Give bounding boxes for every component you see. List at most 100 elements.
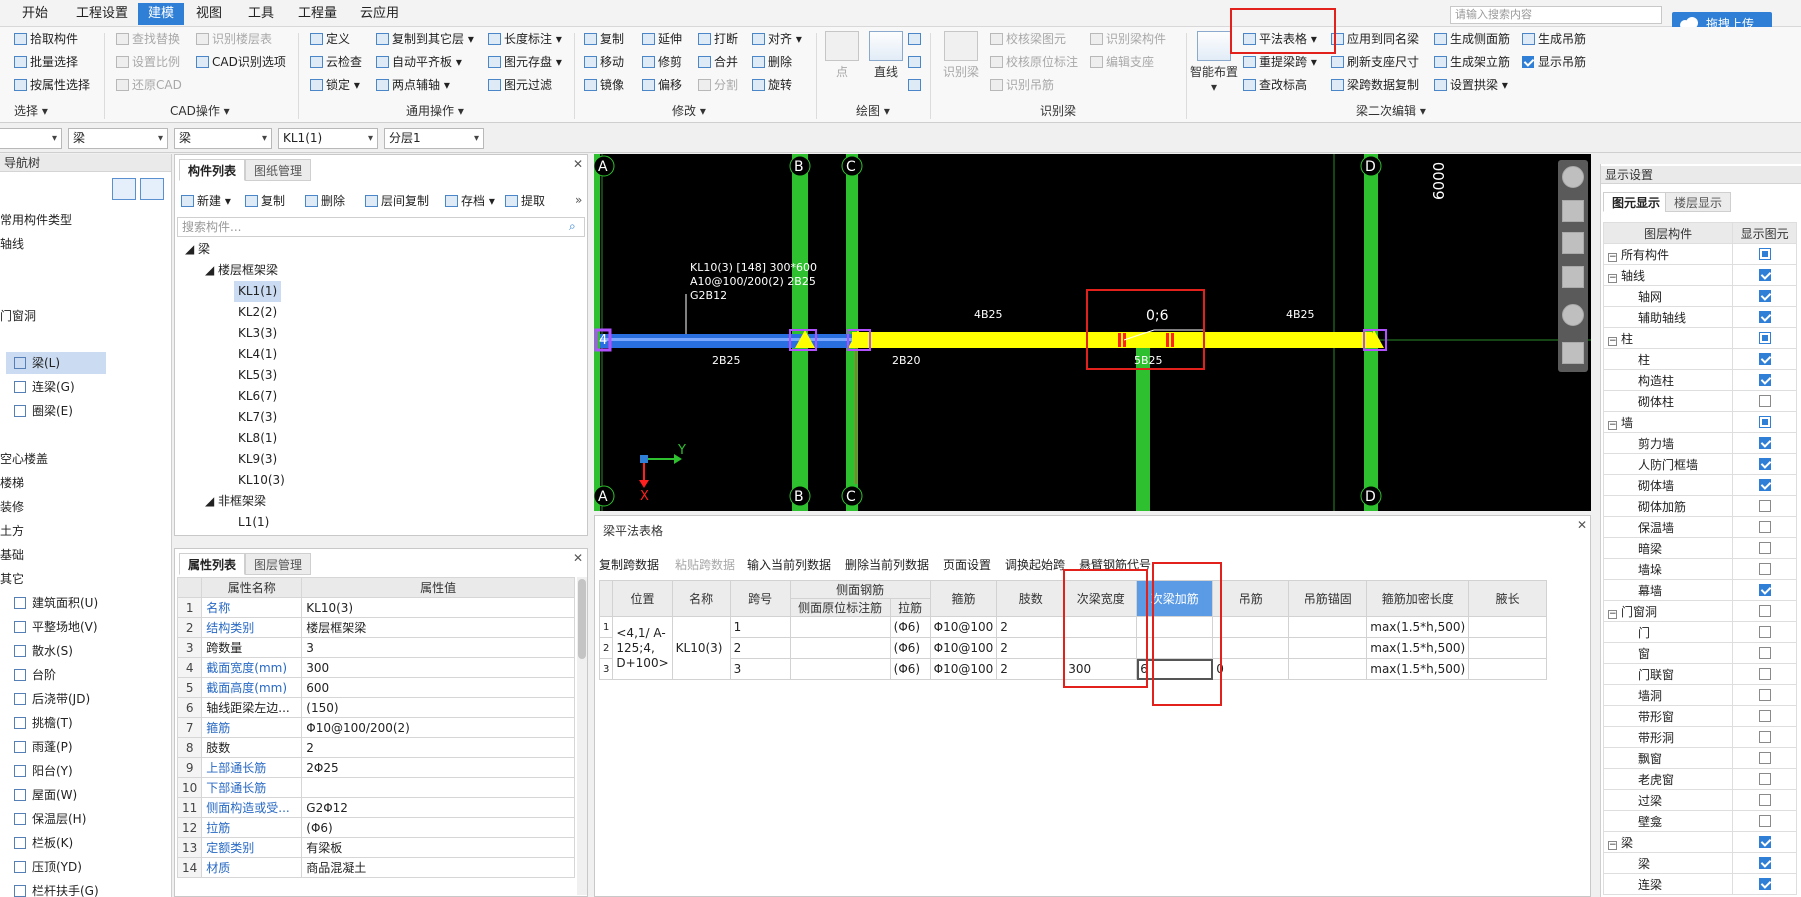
visibility-checkbox[interactable]: [1758, 857, 1771, 869]
search-input[interactable]: 请输入搜索内容: [1450, 6, 1662, 24]
tree-item-kl8[interactable]: KL8(1): [238, 428, 277, 449]
property-row[interactable]: 7 箍筋 Φ10@100/200(2): [176, 717, 575, 738]
visibility-checkbox[interactable]: [1758, 605, 1771, 617]
cell-stirrup-dense-length[interactable]: max(1.5*h,500): [1366, 637, 1470, 659]
nav-other[interactable]: 其它: [0, 568, 164, 590]
extract-button[interactable]: 提取: [505, 191, 545, 211]
group-common[interactable]: 通用操作 ▾: [406, 101, 464, 121]
cell-tie[interactable]: (Φ6): [889, 616, 931, 638]
cell-tie[interactable]: (Φ6): [889, 658, 931, 680]
nav-parapet[interactable]: 栏板(K): [6, 832, 178, 854]
merge-button[interactable]: 合并: [698, 52, 738, 72]
tree-item-kl2[interactable]: KL2(2): [238, 302, 277, 323]
cantilever-code-button[interactable]: 悬臂钢筋代号: [1079, 556, 1151, 573]
nav-axis[interactable]: 轴线: [0, 233, 164, 255]
cell-hanger-anchor[interactable]: [1288, 637, 1368, 659]
more-icon[interactable]: »: [575, 193, 582, 207]
extend-button[interactable]: 延伸: [642, 29, 682, 49]
property-value[interactable]: 2Φ25: [301, 757, 575, 778]
set-scale-button[interactable]: 设置比例: [116, 52, 180, 72]
nav-coping[interactable]: 压顶(YD): [6, 856, 178, 878]
visibility-checkbox[interactable]: [1758, 479, 1771, 491]
cell-haunch[interactable]: [1468, 616, 1548, 638]
copy-span-data-button[interactable]: 复制跨数据: [599, 556, 659, 573]
tab-floor-display[interactable]: 楼层显示: [1665, 192, 1732, 212]
delete-column-data-button[interactable]: 删除当前列数据: [845, 556, 929, 573]
visibility-checkbox[interactable]: [1758, 731, 1771, 743]
cell-position[interactable]: <4,1/ A-125;4, D+100>: [612, 616, 673, 680]
list-view-icon[interactable]: [112, 178, 136, 200]
visibility-checkbox[interactable]: [1758, 752, 1771, 764]
visibility-checkbox[interactable]: [1758, 395, 1771, 407]
generate-side-rebar-button[interactable]: 生成侧面筋: [1434, 29, 1510, 49]
group-draw[interactable]: 绘图 ▾: [856, 101, 890, 121]
property-value[interactable]: (150): [301, 697, 575, 718]
cell-haunch[interactable]: [1468, 658, 1548, 680]
cell-side-original-label[interactable]: [789, 616, 891, 638]
nav-canopy[interactable]: 雨蓬(P): [6, 736, 178, 758]
rotate-view-icon[interactable]: [1562, 304, 1584, 326]
save-element-button[interactable]: 图元存盘 ▾: [488, 52, 562, 72]
col-secondary-beam-rebar[interactable]: 次梁加筋: [1136, 580, 1214, 617]
visibility-checkbox[interactable]: [1758, 773, 1771, 785]
floor-selector[interactable]: [0, 128, 62, 149]
cell-stirrup[interactable]: Φ10@100: [929, 637, 998, 659]
property-row[interactable]: 11 侧面构造或受... G2Φ12: [176, 797, 575, 818]
visibility-checkbox[interactable]: [1758, 290, 1771, 302]
visibility-checkbox[interactable]: [1758, 689, 1771, 701]
nav-ring-beam[interactable]: 圈梁(E): [6, 400, 178, 422]
visibility-checkbox[interactable]: [1758, 458, 1771, 470]
visibility-checkbox[interactable]: [1758, 584, 1771, 596]
floor-copy-button[interactable]: 层间复制: [365, 191, 429, 211]
property-value[interactable]: (Φ6): [301, 817, 575, 838]
tab-drawing-management[interactable]: 图纸管理: [245, 159, 312, 181]
delete-component-button[interactable]: 删除: [305, 191, 345, 211]
property-row[interactable]: 5 截面高度(mm) 600: [176, 677, 575, 698]
cell-secondary-beam-width[interactable]: [1064, 637, 1138, 659]
visibility-checkbox[interactable]: [1758, 647, 1771, 659]
select-by-attribute-button[interactable]: 按属性选择: [14, 75, 90, 95]
auto-align-slab-button[interactable]: 自动平齐板 ▾: [376, 52, 462, 72]
mirror-button[interactable]: 镜像: [584, 75, 624, 95]
property-value[interactable]: 商品混凝土: [301, 857, 575, 878]
menu-tools[interactable]: 工具: [238, 3, 284, 25]
trim-button[interactable]: 修剪: [642, 52, 682, 72]
tree-item-l1[interactable]: L1(1): [238, 512, 269, 533]
table-row[interactable]: 3 3 (Φ6) Φ10@100 2 300 6 0 max(1.5*h,500): [598, 658, 1548, 680]
cad-options-button[interactable]: CAD识别选项: [196, 52, 286, 72]
length-dimension-button[interactable]: 长度标注 ▾: [488, 29, 562, 49]
visibility-checkbox[interactable]: [1758, 437, 1771, 449]
nav-roof[interactable]: 屋面(W): [6, 784, 178, 806]
input-column-data-button[interactable]: 输入当前列数据: [747, 556, 831, 573]
cell-hanger[interactable]: 0: [1212, 658, 1290, 680]
table-row[interactable]: 2 2 (Φ6) Φ10@100 2 max(1.5*h,500): [598, 637, 1548, 659]
set-arch-beam-button[interactable]: 设置拱梁 ▾: [1434, 75, 1508, 95]
menu-start[interactable]: 开始: [12, 3, 58, 25]
tree-beam-root[interactable]: ◢ 梁: [185, 239, 210, 260]
visibility-checkbox[interactable]: [1758, 710, 1771, 722]
archive-button[interactable]: 存档 ▾: [445, 191, 495, 211]
refresh-support-size-button[interactable]: 刷新支座尺寸: [1331, 52, 1419, 72]
property-row[interactable]: 8 肢数 2: [176, 737, 575, 758]
scrollbar[interactable]: [577, 577, 587, 895]
apply-to-same-beam-button[interactable]: 应用到同名梁: [1331, 29, 1419, 49]
visibility-checkbox[interactable]: [1758, 416, 1771, 428]
nav-eave[interactable]: 挑檐(T): [6, 712, 178, 734]
cell-secondary-beam-width[interactable]: [1064, 616, 1138, 638]
property-value[interactable]: Φ10@100/200(2): [301, 717, 575, 738]
find-replace-button[interactable]: 查找替换: [116, 29, 180, 49]
identify-hanger-button[interactable]: 识别吊筋: [990, 75, 1054, 95]
type-selector[interactable]: 梁: [68, 128, 168, 149]
nav-common-types[interactable]: 常用构件类型: [0, 209, 164, 231]
cell-stirrup[interactable]: Φ10@100: [929, 658, 998, 680]
identify-beam-button[interactable]: 识别梁: [938, 31, 984, 80]
menu-modeling[interactable]: 建模: [138, 3, 185, 25]
new-component-button[interactable]: 新建 ▾: [181, 191, 231, 211]
cell-hanger[interactable]: [1212, 616, 1290, 638]
identify-beam-component-button[interactable]: 识别梁构件: [1090, 29, 1166, 49]
point-draw-button[interactable]: 点: [824, 31, 860, 80]
nav-door-window[interactable]: 门窗洞: [0, 305, 164, 327]
tab-element-display[interactable]: 图元显示: [1603, 192, 1670, 212]
tree-non-frame-beam[interactable]: ◢ 非框架梁: [205, 491, 266, 512]
edit-support-button[interactable]: 编辑支座: [1090, 52, 1154, 72]
